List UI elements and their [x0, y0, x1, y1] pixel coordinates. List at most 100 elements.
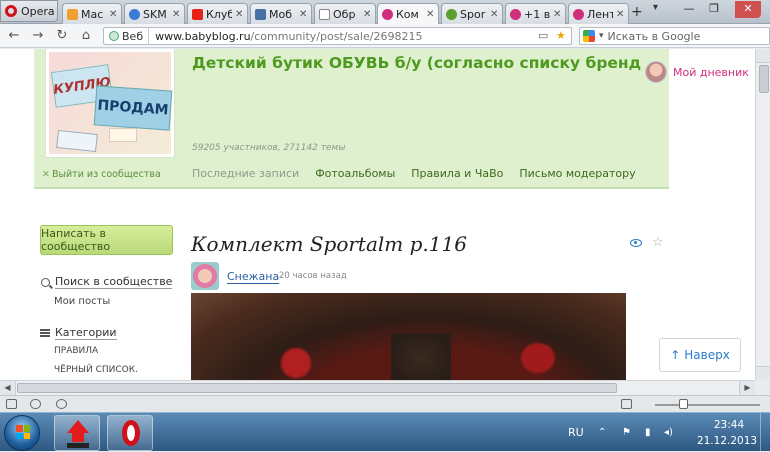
close-icon[interactable]: ✕ [299, 9, 308, 20]
minimize-icon[interactable]: — [678, 1, 700, 18]
scrollbar-thumb[interactable] [759, 65, 769, 93]
tab-9[interactable]: Лент ✕ [568, 3, 629, 24]
photo-detail [391, 333, 451, 380]
close-icon[interactable]: ✕ [553, 9, 562, 20]
categories-label: Категории [55, 326, 117, 340]
reload-icon[interactable]: ↻ [54, 28, 70, 43]
taskbar-opera[interactable] [107, 415, 153, 451]
tab-label: Spor [460, 7, 486, 21]
clock-date[interactable]: 21.12.2013 [696, 435, 758, 447]
tab-4[interactable]: Моб ✕ [250, 3, 312, 24]
community-search-link[interactable]: Поиск в сообществе [41, 275, 173, 289]
close-icon[interactable]: ✕ [616, 9, 625, 20]
category-item[interactable]: ПРАВИЛА [54, 346, 98, 356]
close-icon[interactable]: ✕ [172, 9, 181, 20]
tab-2[interactable]: SKM ✕ [124, 3, 185, 24]
author-avatar[interactable] [191, 262, 219, 290]
maximize-icon[interactable]: ❐ [703, 1, 725, 18]
tab-7[interactable]: Spor ✕ [441, 3, 503, 24]
page-viewport: КУПЛЮ ПРОДАМ Детский бутик ОБУВЬ б/у (со… [0, 49, 755, 380]
tab-5[interactable]: Обр ✕ [314, 3, 376, 24]
close-icon[interactable]: ✕ [490, 9, 499, 20]
address-field[interactable]: Веб www.babyblog.ru /community/post/sale… [103, 27, 572, 45]
leave-community-link[interactable]: ✕ Выйти из сообщества [42, 169, 161, 180]
opera-menu-button[interactable]: Opera [0, 0, 58, 22]
url-host: www.babyblog.ru [155, 29, 251, 43]
url-path: /community/post/sale/2698215 [250, 29, 423, 43]
arrow-up-icon: ↑ [670, 348, 681, 362]
clock-time[interactable]: 23:44 [706, 419, 752, 431]
flag-icon[interactable]: ⚑ [622, 427, 631, 438]
tab-3[interactable]: Клуб ✕ [187, 3, 248, 24]
tab-1[interactable]: Мас ✕ [62, 3, 122, 24]
scrollbar-thumb[interactable] [17, 383, 617, 393]
tab-6-active[interactable]: Ком ✕ [377, 3, 439, 25]
scroll-right-icon[interactable]: ▶ [739, 381, 755, 395]
close-window-icon[interactable]: ✕ [735, 1, 761, 18]
search-field[interactable]: ▾ Искать в Google [579, 27, 770, 45]
close-icon[interactable]: ✕ [363, 9, 372, 20]
babyblog-icon [67, 8, 78, 20]
new-tab-icon[interactable]: + [631, 4, 643, 20]
nav-rules-faq[interactable]: Правила и ЧаВо [411, 167, 503, 180]
community-title[interactable]: Детский бутик ОБУВЬ б/у (согласно списку… [192, 54, 669, 72]
scroll-to-top-button[interactable]: ↑ Наверх [659, 338, 741, 372]
tab-menu-icon[interactable]: ▾ [653, 2, 658, 13]
nav-photo-albums[interactable]: Фотоальбомы [315, 167, 395, 180]
scroll-up-icon[interactable] [756, 49, 770, 63]
bookmark-star-icon[interactable]: ★ [556, 29, 566, 42]
post-title: Комплект Sportalm р.116 [191, 232, 467, 256]
zoom-slider[interactable] [655, 404, 760, 406]
horizontal-scrollbar[interactable]: ◀ ▶ [0, 380, 755, 395]
search-icon [41, 277, 50, 287]
taskbar-download-app[interactable] [54, 415, 100, 451]
globe-icon [109, 31, 119, 41]
write-to-community-button[interactable]: Написать в сообщество [40, 225, 173, 255]
eye-icon[interactable] [630, 239, 642, 247]
vertical-scrollbar[interactable] [755, 49, 770, 380]
forward-icon[interactable]: → [30, 28, 46, 43]
google-icon[interactable] [583, 30, 595, 42]
site-info-badge[interactable]: Веб [104, 28, 150, 44]
my-diary-link[interactable]: Мой дневник [645, 57, 755, 87]
panel-toggle-icon[interactable] [6, 399, 17, 409]
view-icon[interactable] [621, 399, 632, 409]
chevron-down-icon[interactable]: ▾ [599, 31, 604, 41]
star-icon[interactable]: ☆ [652, 235, 664, 250]
my-posts-link[interactable]: Мои посты [54, 296, 110, 307]
logo-text: ПРОДАМ [96, 97, 170, 119]
nav-latest-posts[interactable]: Последние записи [192, 167, 299, 180]
author-name[interactable]: Снежана [227, 270, 280, 284]
close-icon[interactable]: ✕ [235, 9, 244, 20]
photo-detail [281, 348, 311, 378]
scroll-left-icon[interactable]: ◀ [0, 381, 16, 395]
home-icon[interactable]: ⌂ [78, 28, 94, 43]
zoom-knob[interactable] [679, 399, 688, 409]
show-desktop-button[interactable] [760, 413, 770, 452]
tab-8[interactable]: +1 в ✕ [505, 3, 566, 24]
scroll-to-top-label: Наверх [684, 348, 730, 362]
rss-icon[interactable]: ▭ [538, 29, 548, 42]
close-icon: ✕ [42, 169, 50, 180]
tray-expand-icon[interactable]: ⌃ [598, 427, 606, 438]
back-icon[interactable]: ← [6, 28, 22, 43]
list-icon [40, 329, 50, 337]
tab-label: Обр [333, 7, 356, 21]
categories-link[interactable]: Категории [40, 326, 117, 340]
start-button[interactable] [4, 415, 40, 451]
community-header: КУПЛЮ ПРОДАМ Детский бутик ОБУВЬ б/у (со… [34, 49, 669, 189]
scroll-down-icon[interactable] [756, 366, 770, 380]
community-logo[interactable]: КУПЛЮ ПРОДАМ [46, 49, 174, 157]
nav-write-moderator[interactable]: Письмо модератору [519, 167, 635, 180]
close-icon[interactable]: ✕ [109, 9, 118, 20]
speed-dial-icon[interactable] [56, 399, 67, 409]
tab-label: +1 в [524, 7, 550, 21]
post-photo[interactable] [191, 293, 626, 380]
close-icon[interactable]: ✕ [426, 9, 435, 20]
language-indicator[interactable]: RU [568, 426, 584, 439]
volume-icon[interactable]: ◂) [664, 427, 673, 438]
category-item[interactable]: ЧЁРНЫЙ СПИСОК. [54, 365, 138, 375]
web-label: Веб [122, 29, 144, 43]
cloud-icon[interactable] [30, 399, 41, 409]
battery-icon[interactable]: ▮ [645, 427, 651, 438]
